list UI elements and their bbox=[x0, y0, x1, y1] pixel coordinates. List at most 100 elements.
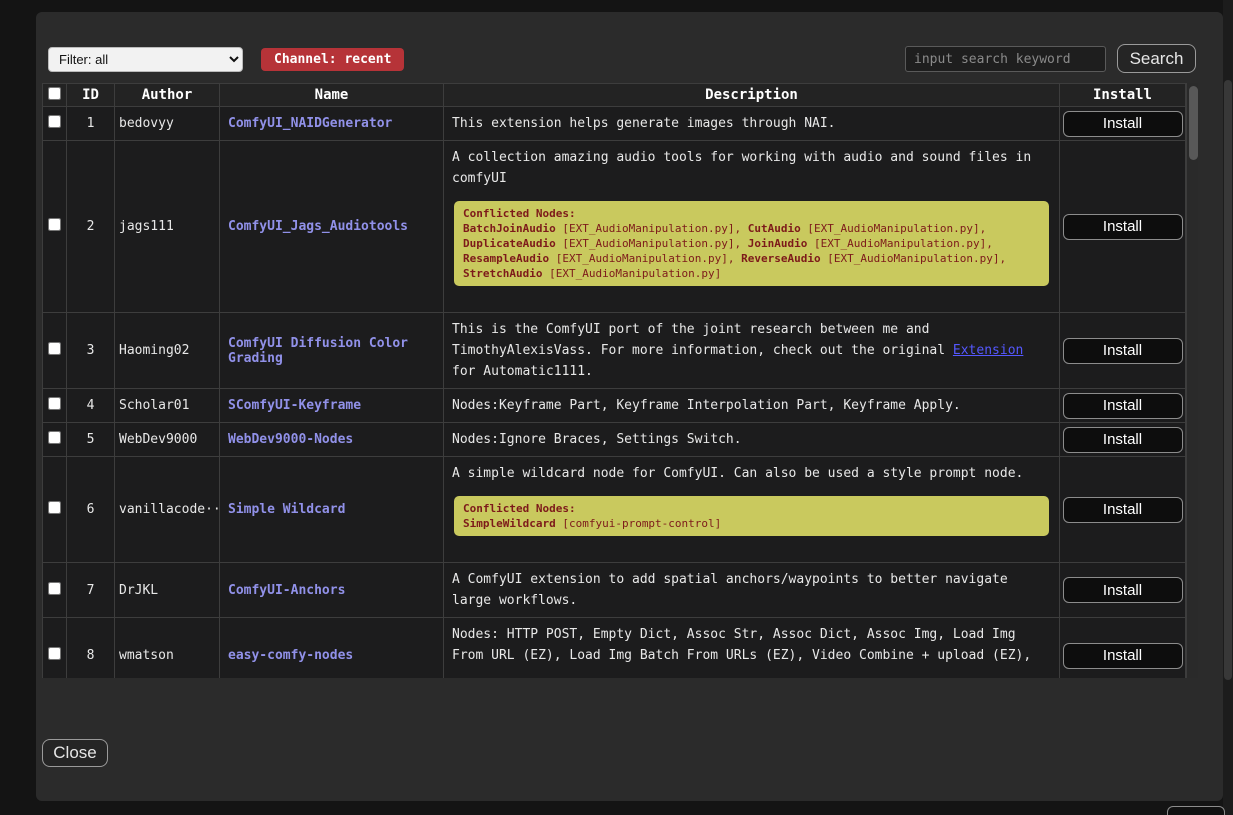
close-button[interactable]: Close bbox=[42, 739, 108, 767]
extension-row: 1bedovyy ComfyUI_NAIDGenerator This extens… bbox=[43, 107, 1186, 141]
install-cell: Install bbox=[1060, 457, 1186, 563]
table-scrollbar-thumb[interactable] bbox=[1189, 86, 1198, 160]
conflict-node-name: BatchJoinAudio bbox=[463, 222, 556, 235]
extension-name-link[interactable]: WebDev9000-Nodes bbox=[228, 432, 353, 447]
row-checkbox[interactable] bbox=[48, 397, 61, 410]
extension-description-cell: Nodes:Ignore Braces, Settings Switch. bbox=[444, 423, 1060, 457]
extension-name-cell: SComfyUI-Keyframe bbox=[220, 389, 444, 423]
cutoff-button[interactable] bbox=[1167, 806, 1225, 815]
install-cell: Install bbox=[1060, 107, 1186, 141]
extension-id: 6 bbox=[67, 457, 115, 563]
search-input[interactable] bbox=[905, 46, 1106, 72]
description-link[interactable]: Extension bbox=[953, 343, 1023, 358]
install-button[interactable]: Install bbox=[1063, 427, 1183, 453]
row-checkbox-cell bbox=[43, 389, 67, 423]
column-header-id: ID bbox=[67, 84, 115, 107]
extension-id: 5 bbox=[67, 423, 115, 457]
column-header-author: Author bbox=[115, 84, 220, 107]
extension-author: WebDev9000 bbox=[115, 423, 220, 457]
extension-description: This extension helps generate images thr… bbox=[452, 113, 1051, 134]
table-scrollbar[interactable] bbox=[1186, 83, 1198, 678]
extension-id: 4 bbox=[67, 389, 115, 423]
extension-row: 4Scholar01SComfyUI-KeyframeNodes:Keyfram… bbox=[43, 389, 1186, 423]
extension-name-cell: ComfyUI_Jags_Audiotools bbox=[220, 141, 444, 313]
custom-nodes-dialog: Filter: all Channel: recent Search IDAut… bbox=[36, 12, 1223, 801]
column-header-install: Install bbox=[1060, 84, 1186, 107]
conflict-node-name: ResampleAudio bbox=[463, 252, 549, 265]
extension-name-link[interactable]: SComfyUI-Keyframe bbox=[228, 398, 361, 413]
extension-name-link[interactable]: ComfyUI_Jags_Audiotools bbox=[228, 219, 408, 234]
conflict-node-name: CutAudio bbox=[748, 222, 801, 235]
extension-id: 1 bbox=[67, 107, 115, 141]
extension-author: bedovyy bbox=[115, 107, 220, 141]
extension-description: Nodes: HTTP POST, Empty Dict, Assoc Str,… bbox=[452, 624, 1051, 678]
install-cell: Install bbox=[1060, 389, 1186, 423]
extension-row: 2jags111ComfyUI_Jags_AudiotoolsA collect… bbox=[43, 141, 1186, 313]
row-checkbox[interactable] bbox=[48, 115, 61, 128]
extension-description-cell: A simple wildcard node for ComfyUI. Can … bbox=[444, 457, 1060, 563]
row-checkbox-cell bbox=[43, 313, 67, 389]
extension-author: jags111 bbox=[115, 141, 220, 313]
extension-description-cell: Nodes:Keyframe Part, Keyframe Interpolat… bbox=[444, 389, 1060, 423]
extension-author: Haoming02 bbox=[115, 313, 220, 389]
extension-row: 8wmatsoneasy-comfy-nodesNodes: HTTP POST… bbox=[43, 618, 1186, 679]
extension-row: 6vanillacode··· Simple Wildcard A simple w… bbox=[43, 457, 1186, 563]
row-checkbox[interactable] bbox=[48, 431, 61, 444]
extension-description: A ComfyUI extension to add spatial ancho… bbox=[452, 569, 1051, 611]
row-checkbox[interactable] bbox=[48, 501, 61, 514]
conflict-node-name: StretchAudio bbox=[463, 267, 542, 280]
extension-description: This is the ComfyUI port of the joint re… bbox=[452, 319, 1051, 382]
filter-select[interactable]: Filter: all bbox=[48, 47, 243, 72]
row-checkbox[interactable] bbox=[48, 582, 61, 595]
row-checkbox-cell bbox=[43, 107, 67, 141]
conflicted-nodes-list: SimpleWildcard [comfyui-prompt-control] bbox=[463, 516, 1040, 531]
extension-author: DrJKL bbox=[115, 563, 220, 618]
extension-name-cell: Simple Wildcard bbox=[220, 457, 444, 563]
extension-name-link[interactable]: ComfyUI-Anchors bbox=[228, 583, 345, 598]
conflict-node-source: [EXT_AudioManipulation.py] bbox=[549, 267, 721, 280]
conflict-node-name: JoinAudio bbox=[748, 237, 808, 250]
table-header-row: IDAuthorNameDescriptionInstall bbox=[43, 84, 1186, 107]
install-button[interactable]: Install bbox=[1063, 338, 1183, 364]
column-header-name: Name bbox=[220, 84, 444, 107]
install-button[interactable]: Install bbox=[1063, 497, 1183, 523]
extension-name-link[interactable]: ComfyUI Diffusion Color Grading bbox=[228, 336, 408, 366]
extension-row: 3Haoming02 ComfyUI Diffusion Color Gradin… bbox=[43, 313, 1186, 389]
conflict-node-name: ReverseAudio bbox=[741, 252, 820, 265]
extension-id: 3 bbox=[67, 313, 115, 389]
extension-description: A collection amazing audio tools for wor… bbox=[452, 147, 1051, 189]
extension-id: 7 bbox=[67, 563, 115, 618]
extension-row: 5WebDev9000 WebDev9000-Nodes Nodes:Ignore … bbox=[43, 423, 1186, 457]
install-cell: Install bbox=[1060, 313, 1186, 389]
conflicted-nodes-box: Conflicted Nodes:BatchJoinAudio [EXT_Aud… bbox=[454, 201, 1049, 286]
extension-row: 7DrJKL ComfyUI-Anchors A ComfyUI extension… bbox=[43, 563, 1186, 618]
install-button[interactable]: Install bbox=[1063, 111, 1183, 137]
extension-description-cell: A ComfyUI extension to add spatial ancho… bbox=[444, 563, 1060, 618]
install-button[interactable]: Install bbox=[1063, 393, 1183, 419]
extension-name-cell: ComfyUI Diffusion Color Grading bbox=[220, 313, 444, 389]
install-button[interactable]: Install bbox=[1063, 577, 1183, 603]
select-all-checkbox[interactable] bbox=[48, 87, 61, 100]
conflict-node-name: SimpleWildcard bbox=[463, 517, 556, 530]
extension-name-link[interactable]: ComfyUI_NAIDGenerator bbox=[228, 116, 392, 131]
row-checkbox-cell bbox=[43, 141, 67, 313]
conflicted-nodes-list: BatchJoinAudio [EXT_AudioManipulation.py… bbox=[463, 221, 1040, 281]
row-checkbox-cell bbox=[43, 563, 67, 618]
search-button[interactable]: Search bbox=[1117, 44, 1196, 73]
extension-name-link[interactable]: easy-comfy-nodes bbox=[228, 648, 353, 663]
extension-description: Nodes:Keyframe Part, Keyframe Interpolat… bbox=[452, 395, 1051, 416]
install-button[interactable]: Install bbox=[1063, 643, 1183, 669]
row-checkbox-cell bbox=[43, 457, 67, 563]
page-scrollbar-thumb[interactable] bbox=[1224, 80, 1232, 680]
row-checkbox[interactable] bbox=[48, 342, 61, 355]
conflicted-nodes-box: Conflicted Nodes:SimpleWildcard [comfyui… bbox=[454, 496, 1049, 536]
extension-name-cell: ComfyUI_NAIDGenerator bbox=[220, 107, 444, 141]
extension-name-link[interactable]: Simple Wildcard bbox=[228, 502, 345, 517]
extension-author: vanillacode··· bbox=[115, 457, 220, 563]
row-checkbox[interactable] bbox=[48, 218, 61, 231]
page-scrollbar[interactable] bbox=[1223, 0, 1233, 815]
row-checkbox[interactable] bbox=[48, 647, 61, 660]
install-button[interactable]: Install bbox=[1063, 214, 1183, 240]
conflict-node-source: [EXT_AudioManipulation.py] bbox=[556, 252, 728, 265]
conflict-node-source: [EXT_AudioManipulation.py] bbox=[807, 222, 979, 235]
